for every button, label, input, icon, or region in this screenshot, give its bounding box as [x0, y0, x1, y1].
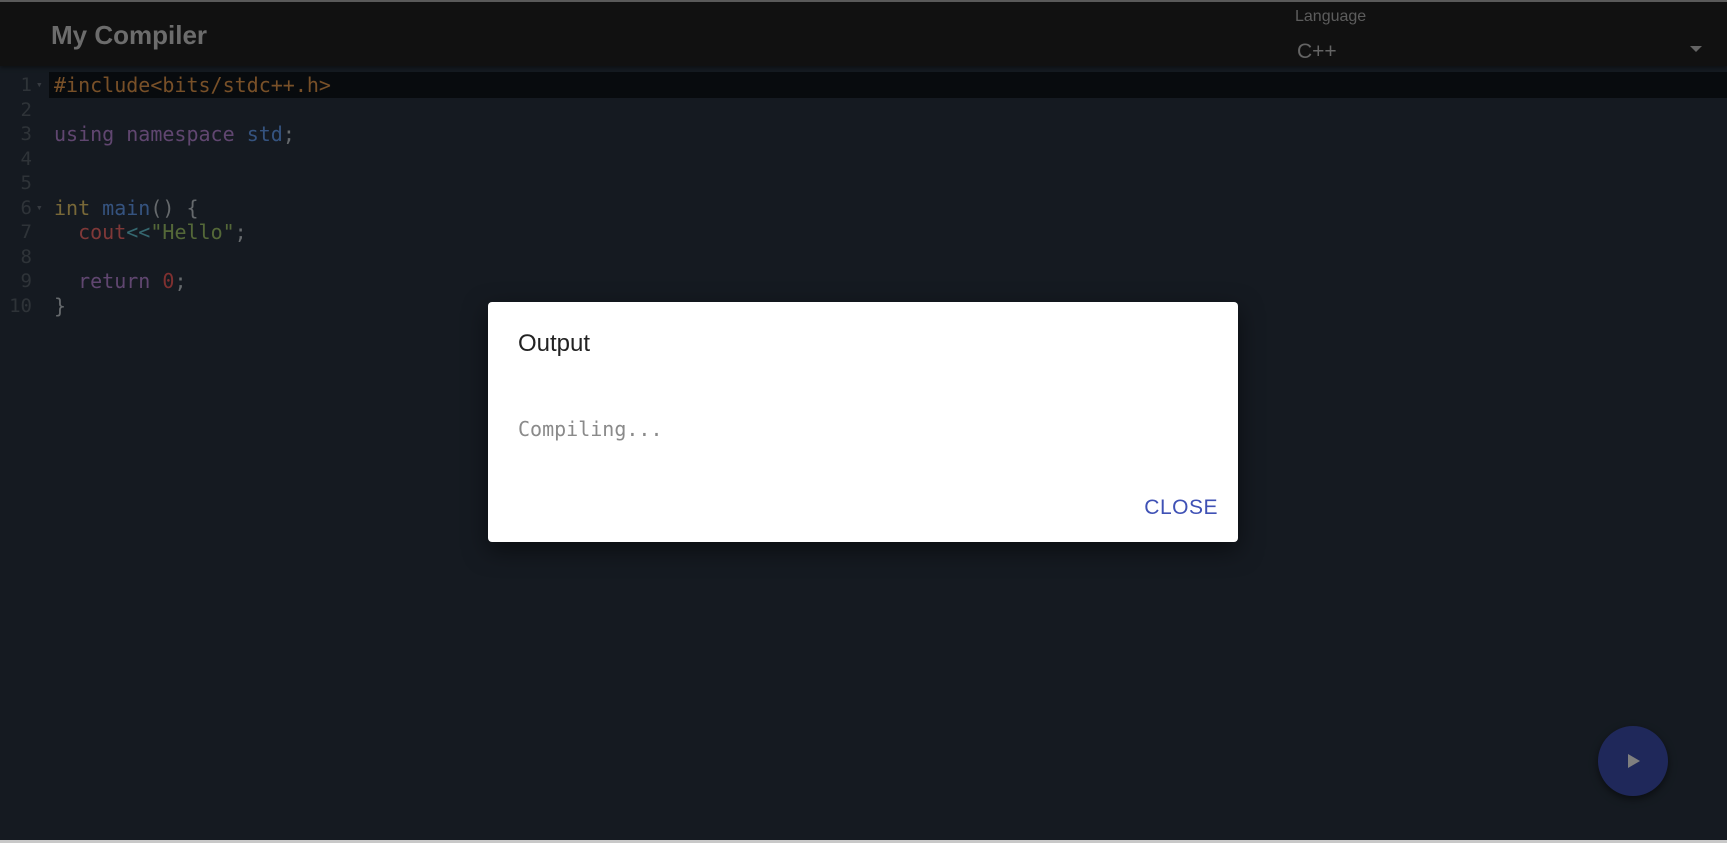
app-root: My Compiler Language C++ 1▾#include<bits… [0, 0, 1727, 840]
dialog-title: Output [518, 330, 591, 357]
dialog-output-text: Compiling... [518, 417, 663, 441]
output-dialog: Output Compiling... CLOSE [488, 302, 1238, 542]
close-button[interactable]: CLOSE [1144, 496, 1218, 520]
dialog-backdrop[interactable]: Output Compiling... CLOSE [0, 2, 1727, 840]
